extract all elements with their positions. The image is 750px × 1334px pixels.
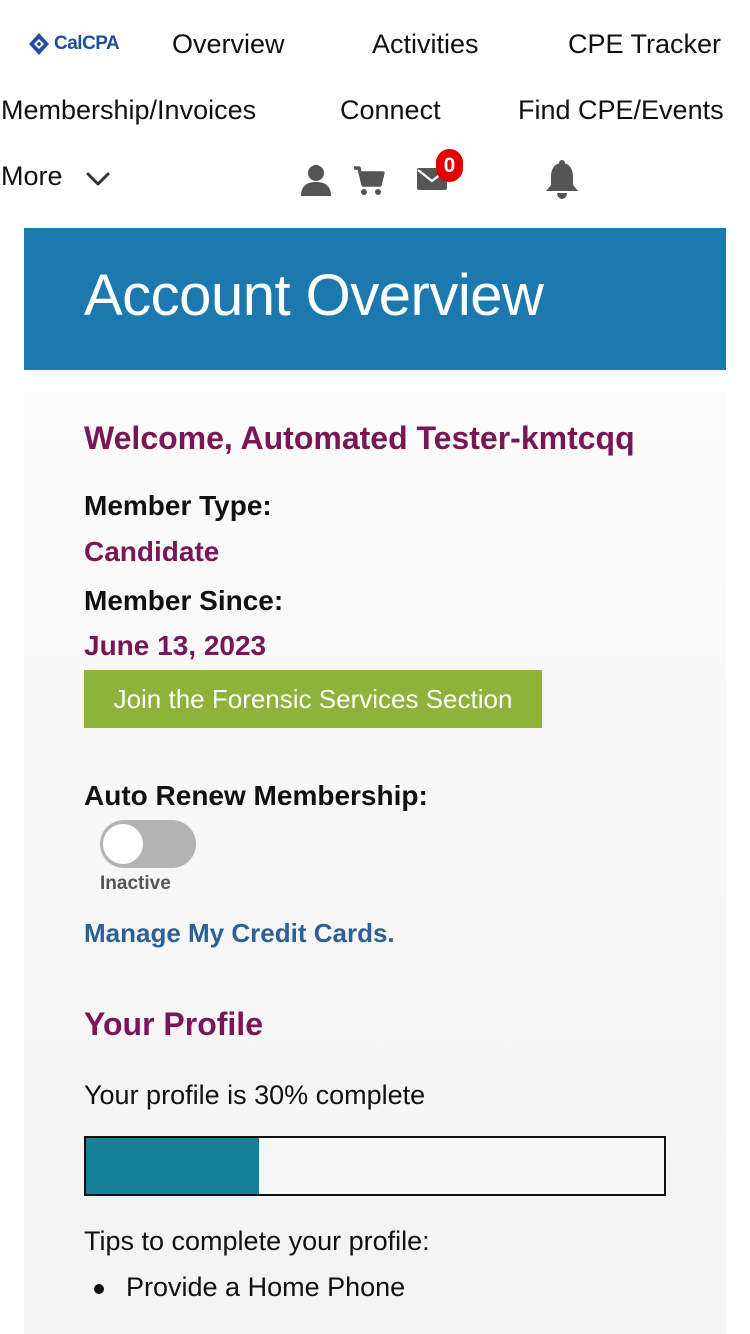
chevron-down-icon[interactable] xyxy=(84,168,112,190)
account-overview-banner: Account Overview xyxy=(24,228,726,370)
nav-link-connect[interactable]: Connect xyxy=(340,97,441,124)
nav-link-more[interactable]: More xyxy=(1,163,63,190)
calcpa-logo-mark-icon xyxy=(29,33,49,55)
page-title: Account Overview xyxy=(84,263,544,328)
nav-link-membership-invoices[interactable]: Membership/Invoices xyxy=(1,97,256,124)
toggle-knob xyxy=(103,824,143,864)
member-type-value: Candidate xyxy=(84,536,220,567)
member-since-label: Member Since: xyxy=(84,585,284,616)
auto-renew-toggle[interactable] xyxy=(100,820,196,868)
member-since-value: June 13, 2023 xyxy=(84,630,267,661)
nav-link-cpe-tracker[interactable]: CPE Tracker xyxy=(568,31,721,58)
logo-text: CalCPA xyxy=(54,33,120,54)
account-panel: Welcome, Automated Tester-kmtcqq Member … xyxy=(24,392,726,1334)
auto-renew-status: Inactive xyxy=(100,873,171,894)
list-bullet xyxy=(94,1284,104,1294)
profile-tip-item: Provide a Home Phone xyxy=(126,1272,406,1302)
manage-credit-cards-link[interactable]: Manage My Credit Cards. xyxy=(84,920,395,946)
auto-renew-label: Auto Renew Membership: xyxy=(84,780,428,811)
profile-heading: Your Profile xyxy=(84,1006,263,1042)
nav-link-activities[interactable]: Activities xyxy=(372,31,479,58)
profile-tips-heading: Tips to complete your profile: xyxy=(84,1226,430,1256)
user-icon[interactable] xyxy=(299,163,333,197)
welcome-message: Welcome, Automated Tester-kmtcqq xyxy=(84,420,635,456)
member-type-label: Member Type: xyxy=(84,490,272,521)
profile-progress-fill xyxy=(86,1138,260,1194)
bell-icon[interactable] xyxy=(543,160,581,200)
calcpa-logo[interactable]: CalCPA xyxy=(28,32,120,56)
cart-icon[interactable] xyxy=(352,164,386,198)
nav-link-overview[interactable]: Overview xyxy=(172,31,285,58)
join-forensic-section-button[interactable]: Join the Forensic Services Section xyxy=(84,670,542,728)
profile-completion-text: Your profile is 30% complete xyxy=(84,1080,426,1110)
mail-count-badge: 0 xyxy=(436,149,463,182)
nav-link-find-cpe-events[interactable]: Find CPE/Events xyxy=(518,97,724,124)
top-navigation: CalCPA Overview Activities CPE Tracker M… xyxy=(0,0,750,215)
profile-progress-bar xyxy=(84,1136,666,1196)
